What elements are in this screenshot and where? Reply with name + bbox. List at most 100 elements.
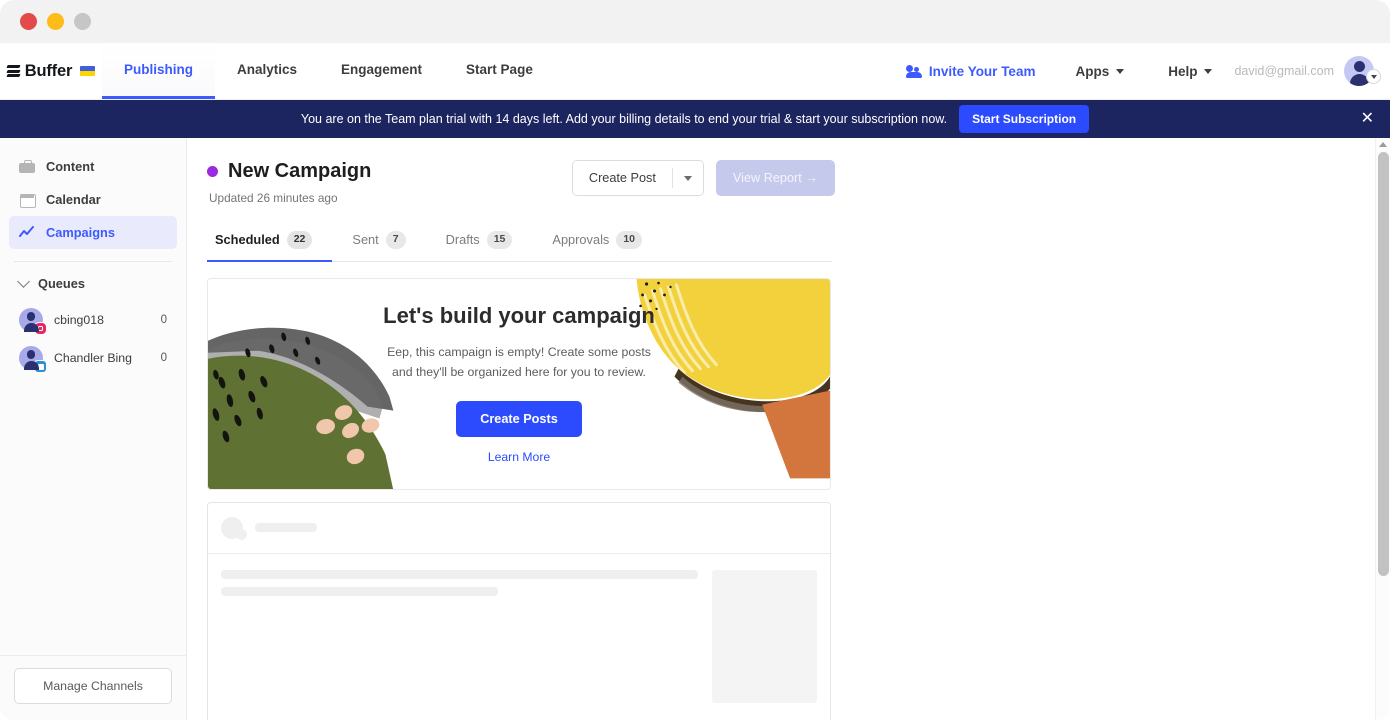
sidebar-divider [14, 261, 172, 262]
avatar [19, 346, 47, 373]
help-menu[interactable]: Help [1146, 64, 1234, 79]
chart-trend-icon [19, 225, 35, 240]
nav-label: Start Page [466, 62, 533, 77]
sidebar-item-content[interactable]: Content [9, 150, 177, 183]
tab-count-badge: 7 [385, 231, 406, 249]
tab-label: Scheduled [215, 232, 280, 248]
create-post-dropdown-toggle[interactable] [672, 161, 703, 195]
nav-item-engagement[interactable]: Engagement [319, 43, 444, 99]
sidebar-item-label: Content [46, 159, 95, 174]
chevron-down-icon[interactable] [1366, 69, 1381, 84]
nav-label: Engagement [341, 62, 423, 77]
vertical-scrollbar[interactable] [1375, 138, 1390, 720]
top-navigation-bar: Buffer Publishing Analytics Engagement S… [0, 43, 1390, 100]
apps-menu[interactable]: Apps [1053, 64, 1146, 79]
tab-approvals[interactable]: Approvals 10 [532, 231, 662, 262]
primary-nav-items: Publishing Analytics Engagement Start Pa… [102, 43, 555, 99]
sidebar-item-calendar[interactable]: Calendar [9, 183, 177, 216]
account-menu[interactable] [1344, 56, 1381, 86]
create-posts-button[interactable]: Create Posts [456, 401, 582, 438]
channel-name: cbing018 [54, 313, 104, 327]
loading-skeleton-card [207, 501, 831, 720]
create-post-split-button: Create Post [571, 160, 704, 196]
scrollbar-thumb[interactable] [1378, 152, 1389, 576]
chevron-down-icon [1116, 68, 1125, 74]
page-title: New Campaign [207, 160, 572, 183]
invite-your-team-button[interactable]: Invite Your Team [888, 64, 1054, 79]
maximize-window-button[interactable] [74, 13, 91, 30]
sidebar-item-campaigns[interactable]: Campaigns [9, 216, 177, 249]
tab-label: Drafts [445, 232, 480, 248]
empty-state-title: Let's build your campaign [383, 302, 655, 328]
empty-state-card: Let's build your campaign Eep, this camp… [207, 277, 831, 490]
help-label: Help [1168, 63, 1198, 79]
close-window-button[interactable] [20, 13, 37, 30]
manage-channels-section: Manage Channels [0, 655, 186, 720]
create-post-button[interactable]: Create Post [572, 161, 672, 195]
nav-label: Publishing [124, 62, 193, 77]
tab-count-badge: 22 [286, 231, 313, 249]
app-window: Buffer Publishing Analytics Engagement S… [0, 0, 1390, 720]
queues-label: Queues [38, 276, 85, 291]
skeleton-avatar [221, 516, 247, 540]
sidebar-item-label: Calendar [46, 192, 101, 207]
app-body: Content Calendar Campaigns Queues cbing0… [0, 138, 1390, 720]
user-email-label: david@gmail.com [1234, 64, 1334, 78]
close-icon[interactable]: ✕ [1361, 111, 1374, 127]
main-inner: New Campaign Updated 26 minutes ago Crea… [187, 160, 1390, 720]
skeleton-bar [221, 569, 698, 579]
main-content: New Campaign Updated 26 minutes ago Crea… [187, 138, 1390, 720]
trial-banner: You are on the Team plan trial with 14 d… [0, 100, 1390, 138]
skeleton-bar [255, 523, 317, 533]
nav-label: Analytics [237, 62, 298, 77]
start-subscription-button[interactable]: Start Subscription [959, 105, 1090, 133]
tab-label: Approvals [552, 232, 610, 248]
nav-item-analytics[interactable]: Analytics [215, 43, 319, 99]
chevron-down-icon [683, 175, 692, 181]
tab-sent[interactable]: Sent 7 [332, 231, 425, 262]
instagram-icon [34, 322, 47, 335]
tab-label: Sent [352, 232, 379, 248]
campaign-tabs: Scheduled 22 Sent 7 Drafts 15 Approvals … [207, 231, 832, 262]
empty-state-subtitle: Eep, this campaign is empty! Create some… [387, 344, 651, 379]
view-report-button[interactable]: View Report → [715, 160, 835, 196]
manage-channels-button[interactable]: Manage Channels [14, 668, 172, 704]
learn-more-link[interactable]: Learn More [488, 450, 550, 464]
nav-item-start-page[interactable]: Start Page [444, 43, 555, 99]
campaign-title-text: New Campaign [228, 160, 372, 182]
title-block: New Campaign Updated 26 minutes ago [207, 160, 572, 205]
page-actions: Create Post View Report → [571, 160, 835, 196]
skeleton-header [208, 503, 830, 554]
campaign-color-dot [207, 166, 218, 177]
nav-item-publishing[interactable]: Publishing [102, 43, 215, 99]
channel-item-cbing018[interactable]: cbing018 0 [0, 301, 186, 339]
calendar-icon [19, 192, 36, 208]
updated-timestamp: Updated 26 minutes ago [209, 191, 338, 205]
scroll-up-arrow-icon[interactable] [1379, 142, 1387, 147]
channel-name: Chandler Bing [54, 351, 132, 365]
minimize-window-button[interactable] [47, 13, 64, 30]
tab-scheduled[interactable]: Scheduled 22 [207, 231, 333, 262]
invite-label: Invite Your Team [928, 63, 1036, 79]
channel-count: 0 [160, 314, 167, 326]
sidebar: Content Calendar Campaigns Queues cbing0… [0, 138, 187, 720]
skeleton-bar [221, 586, 498, 596]
skeleton-body [208, 554, 830, 720]
apps-label: Apps [1075, 63, 1110, 79]
sidebar-item-label: Campaigns [46, 225, 115, 240]
skeleton-image [712, 569, 817, 703]
tab-drafts[interactable]: Drafts 15 [426, 231, 533, 262]
brand-label: Buffer [24, 61, 73, 80]
briefcase-icon [19, 159, 35, 174]
chevron-down-icon [1204, 68, 1213, 74]
chevron-down-icon [17, 275, 30, 288]
nav-right-group: Invite Your Team Apps Help david@gmail.c… [888, 43, 1390, 99]
page-header: New Campaign Updated 26 minutes ago Crea… [207, 160, 1390, 205]
ukraine-flag-icon [80, 66, 96, 76]
channel-item-chandler-bing[interactable]: Chandler Bing 0 [0, 339, 186, 377]
trial-banner-text: You are on the Team plan trial with 14 d… [300, 112, 948, 126]
buffer-logo[interactable]: Buffer [0, 43, 102, 99]
people-icon [905, 64, 922, 78]
skeleton-lines [221, 569, 698, 703]
queues-section-toggle[interactable]: Queues [0, 266, 186, 301]
